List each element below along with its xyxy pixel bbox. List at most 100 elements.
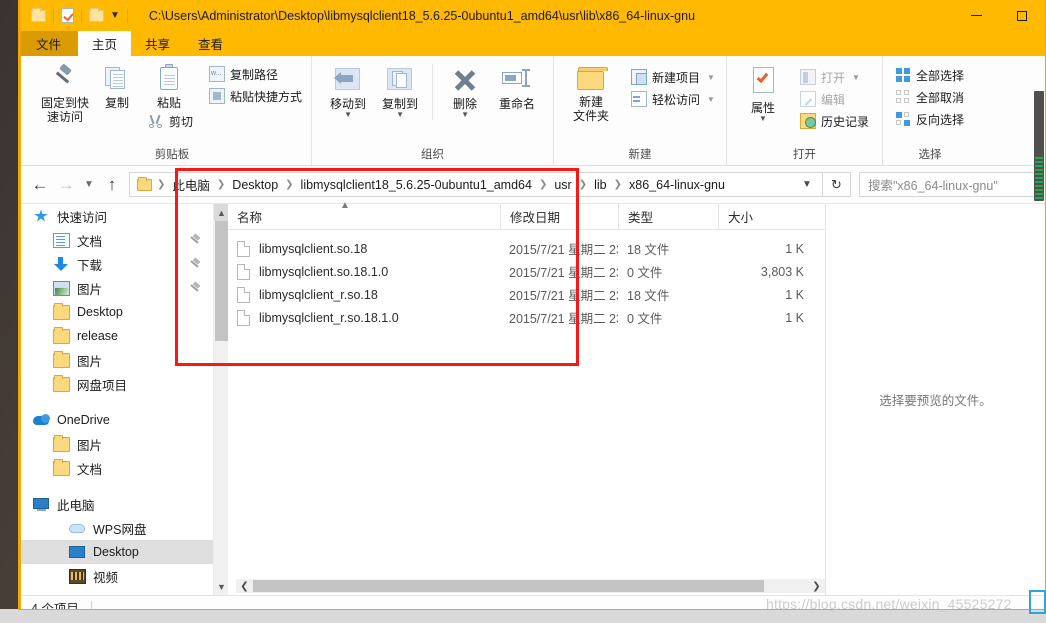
copy-button[interactable]: 复制 bbox=[91, 61, 143, 110]
refresh-button[interactable]: ↻ bbox=[823, 172, 851, 197]
minimize-button[interactable] bbox=[953, 0, 999, 31]
file-type-cell: 0 文件 bbox=[627, 266, 663, 280]
column-header-type[interactable]: 类型 bbox=[618, 204, 718, 229]
move-to-button[interactable]: 移动到 ▼ bbox=[322, 64, 374, 119]
chevron-down-icon[interactable]: ▼ bbox=[344, 111, 352, 119]
button-label: 打开 bbox=[820, 70, 845, 85]
chevron-down-icon[interactable]: ▼ bbox=[396, 111, 404, 119]
sidebar-item-label: 图片 bbox=[77, 438, 103, 453]
breadcrumb-address-bar[interactable]: ❯ 此电脑 ❯ Desktop ❯ libmysqlclient18_5.6.2… bbox=[129, 172, 823, 197]
new-folder-button[interactable]: 新建 文件夹 bbox=[562, 64, 620, 123]
history-button[interactable]: 历史记录 bbox=[797, 110, 872, 132]
chevron-down-icon[interactable]: ▼ bbox=[214, 578, 229, 595]
copy-to-button[interactable]: 复制到 ▼ bbox=[374, 64, 426, 119]
edit-button[interactable]: 编辑 bbox=[797, 88, 872, 110]
open-button[interactable]: 打开 ▼ bbox=[797, 66, 872, 88]
page-scrollbar[interactable] bbox=[1032, 31, 1046, 291]
scrollbar-track[interactable] bbox=[764, 579, 808, 593]
rename-button[interactable]: 重命名 bbox=[491, 64, 543, 111]
file-name-cell[interactable]: libmysqlclient.so.18 bbox=[228, 240, 500, 257]
column-header-date[interactable]: 修改日期 bbox=[500, 204, 618, 229]
copy-path-button[interactable]: 复制路径 bbox=[206, 63, 305, 85]
maximize-button[interactable] bbox=[999, 0, 1045, 31]
column-header-size[interactable]: 大小 bbox=[718, 204, 818, 229]
sidebar-item-wps-cloud[interactable]: WPS网盘 bbox=[19, 516, 213, 540]
sidebar-item-this-pc[interactable]: 此电脑 bbox=[19, 492, 213, 516]
tab-file[interactable]: 文件 bbox=[19, 31, 79, 56]
breadcrumb-desktop[interactable]: Desktop bbox=[230, 178, 280, 192]
pin-icon bbox=[50, 63, 80, 93]
chevron-up-icon[interactable]: ▲ bbox=[214, 204, 229, 221]
properties-icon[interactable] bbox=[61, 8, 74, 23]
file-name-cell[interactable]: libmysqlclient_r.so.18.1.0 bbox=[228, 309, 500, 326]
sidebar-item-documents[interactable]: 文档 bbox=[19, 228, 213, 252]
navigation-pane-scrollbar[interactable]: ▲ ▼ bbox=[213, 204, 229, 595]
chevron-down-icon[interactable]: ▼ bbox=[852, 73, 860, 82]
scrollbar-thumb[interactable] bbox=[1034, 91, 1044, 201]
select-none-button[interactable]: 全部取消 bbox=[893, 86, 967, 108]
sidebar-item-videos[interactable]: 视频 bbox=[19, 564, 213, 588]
up-button[interactable]: ↑ bbox=[99, 172, 125, 198]
chevron-down-icon[interactable]: ▼ bbox=[707, 73, 715, 82]
invert-selection-button[interactable]: 反向选择 bbox=[893, 108, 967, 130]
sidebar-item-pictures-folder[interactable]: 图片 bbox=[19, 348, 213, 372]
sidebar-item-onedrive-pictures[interactable]: 图片 bbox=[19, 432, 213, 456]
tab-view[interactable]: 查看 bbox=[184, 31, 237, 56]
properties-button[interactable]: 属性 ▼ bbox=[737, 64, 789, 123]
select-all-button[interactable]: 全部选择 bbox=[893, 64, 967, 86]
tab-share[interactable]: 共享 bbox=[131, 31, 184, 56]
breadcrumb-this-pc[interactable]: 此电脑 bbox=[170, 175, 212, 194]
column-header-name[interactable]: 名称 ▲ bbox=[228, 200, 500, 229]
delete-button[interactable]: 删除 ▼ bbox=[439, 64, 491, 119]
paste-shortcut-button[interactable]: 粘贴快捷方式 bbox=[206, 85, 305, 107]
table-row[interactable]: libmysqlclient_r.so.18.1.0 2015/7/21 星期二… bbox=[228, 306, 825, 329]
breadcrumb-lib[interactable]: lib bbox=[592, 178, 609, 192]
folder-icon[interactable] bbox=[89, 7, 104, 22]
file-name-cell[interactable]: libmysqlclient_r.so.18 bbox=[228, 286, 500, 303]
sidebar-item-desktop-qa[interactable]: Desktop bbox=[19, 300, 213, 324]
preview-message: 选择要预览的文件。 bbox=[879, 394, 992, 408]
chevron-left-icon[interactable]: ❮ bbox=[236, 579, 253, 593]
pin-to-quick-access-button[interactable]: 固定到快 速访问 bbox=[39, 61, 91, 124]
chevron-down-icon[interactable]: ▼ bbox=[759, 115, 767, 123]
customize-dropdown-icon[interactable]: ▼ bbox=[110, 10, 120, 21]
sidebar-item-release[interactable]: release bbox=[19, 324, 213, 348]
chevron-down-icon[interactable]: ▼ bbox=[461, 111, 469, 119]
folder-icon[interactable] bbox=[31, 7, 46, 22]
table-row[interactable]: libmysqlclient_r.so.18 2015/7/21 星期二 23:… bbox=[228, 283, 825, 306]
sidebar-item-pictures[interactable]: 图片 bbox=[19, 276, 213, 300]
file-name-cell[interactable]: libmysqlclient.so.18.1.0 bbox=[228, 263, 500, 280]
breadcrumb-arch[interactable]: x86_64-linux-gnu bbox=[627, 178, 727, 192]
sidebar-item-desktop[interactable]: Desktop bbox=[19, 540, 213, 564]
back-button[interactable]: ← bbox=[27, 172, 53, 198]
scrollbar-thumb[interactable] bbox=[215, 221, 228, 341]
file-list-horizontal-scrollbar[interactable]: ❮ ❯ bbox=[236, 579, 825, 593]
main-content: 快速访问 文档 下载 图片 Desktop release 图片 网盘项目 On… bbox=[19, 200, 1045, 595]
chevron-right-icon[interactable]: ❯ bbox=[808, 579, 825, 593]
scrollbar-thumb[interactable] bbox=[253, 580, 764, 592]
tab-home[interactable]: 主页 bbox=[78, 31, 132, 56]
button-label: 删除 bbox=[453, 97, 478, 111]
sidebar-item-quick-access[interactable]: 快速访问 bbox=[19, 204, 213, 228]
sidebar-item-onedrive-documents[interactable]: 文档 bbox=[19, 456, 213, 480]
table-row[interactable]: libmysqlclient.so.18.1.0 2015/7/21 星期二 2… bbox=[228, 260, 825, 283]
search-input[interactable]: 搜索"x86_64-linux-gnu" bbox=[859, 172, 1035, 197]
sidebar-item-onedrive[interactable]: OneDrive bbox=[19, 408, 213, 432]
group-title-open: 打开 bbox=[792, 149, 816, 161]
chevron-down-icon[interactable]: ▼ bbox=[794, 179, 820, 190]
breadcrumb-package[interactable]: libmysqlclient18_5.6.25-0ubuntu1_amd64 bbox=[299, 178, 534, 192]
easy-access-button[interactable]: 轻松访问 ▼ bbox=[628, 88, 718, 110]
new-item-button[interactable]: 新建项目 ▼ bbox=[628, 66, 718, 88]
sidebar-item-downloads[interactable]: 下载 bbox=[19, 252, 213, 276]
paste-button[interactable]: 粘贴 bbox=[143, 61, 195, 110]
forward-button[interactable]: → bbox=[53, 172, 79, 198]
sidebar-item-netdisk-project[interactable]: 网盘项目 bbox=[19, 372, 213, 396]
recent-locations-button[interactable]: ▼ bbox=[79, 172, 99, 198]
table-row[interactable]: libmysqlclient.so.18 2015/7/21 星期二 23:..… bbox=[228, 237, 825, 260]
file-icon bbox=[237, 309, 250, 326]
this-pc-icon bbox=[33, 497, 50, 512]
cut-button[interactable]: 剪切 bbox=[145, 110, 196, 132]
quick-access-toolbar: ▼ bbox=[19, 7, 135, 23]
chevron-down-icon[interactable]: ▼ bbox=[707, 95, 715, 104]
breadcrumb-usr[interactable]: usr bbox=[552, 178, 573, 192]
